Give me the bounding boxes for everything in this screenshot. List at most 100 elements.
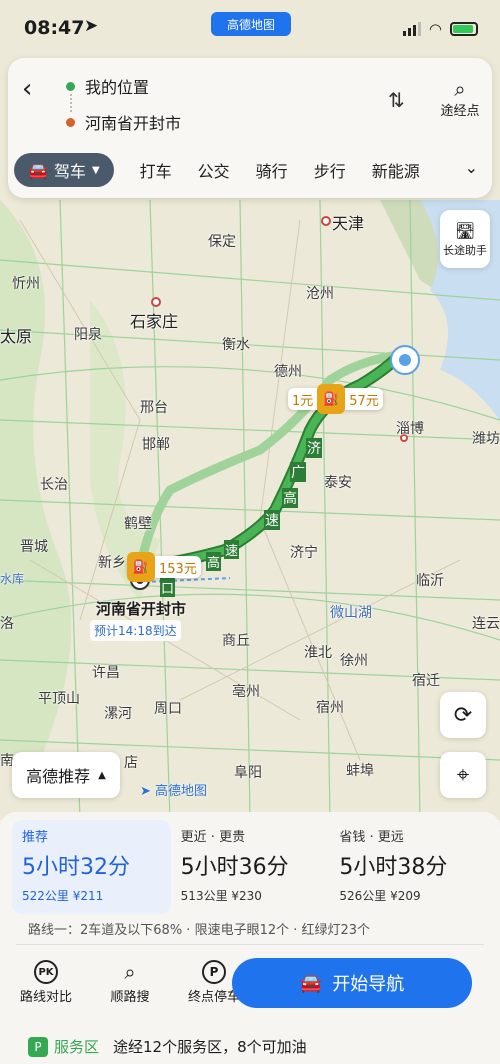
mode-new-energy[interactable]: 新能源 xyxy=(372,158,420,182)
along-search-label: 顺路搜 xyxy=(110,990,150,1005)
city-handan: 邯郸 xyxy=(142,437,170,453)
origin-row[interactable]: 我的位置 xyxy=(66,74,149,98)
route-distance: 522公里 xyxy=(22,889,69,903)
city-jining: 济宁 xyxy=(290,545,318,561)
route-tag: 更近 · 更贵 xyxy=(180,830,246,845)
city-suqian: 宿迁 xyxy=(412,673,440,689)
mode-taxi[interactable]: 打车 xyxy=(140,158,172,182)
origin-text: 我的位置 xyxy=(85,78,150,97)
fuel-price-right: 57元 xyxy=(349,393,379,409)
city-suzhou: 宿州 xyxy=(316,700,344,716)
city-shangqiu: 商丘 xyxy=(222,633,250,649)
locate-me-button[interactable]: ⌖ xyxy=(440,752,486,798)
route-actions: PK 路线对比 ⌕ 顺路搜 P 终点停车 xyxy=(14,958,246,1005)
back-icon[interactable]: ‹ xyxy=(22,74,50,104)
brand-label: 高德地图 xyxy=(226,17,275,32)
mode-transit[interactable]: 公交 xyxy=(198,158,230,182)
divider xyxy=(16,944,484,945)
service-area-row[interactable]: P 服务区 途经12个服务区，8个可加油 xyxy=(28,1036,307,1057)
long-trip-assistant-button[interactable]: 🛣 长途助手 xyxy=(440,210,490,268)
service-area-text: 途经12个服务区，8个可加油 xyxy=(113,1038,307,1056)
route-toll: ¥209 xyxy=(390,889,421,903)
city-pingdingshan: 平顶山 xyxy=(38,691,80,707)
route-toll: ¥230 xyxy=(231,889,262,903)
destination-label: 河南省开封市 xyxy=(96,600,187,618)
city-baoding: 保定 xyxy=(208,234,236,250)
city-weifang: 潍坊 xyxy=(472,431,500,447)
city-taian: 泰安 xyxy=(324,475,352,491)
city-fuyang: 阜阳 xyxy=(234,765,262,781)
route-options: 推荐 5小时32分 522公里 ¥211 更近 · 更贵 5小时36分 513公… xyxy=(12,820,488,914)
city-bengbu: 蚌埠 xyxy=(346,763,374,779)
route-compare-label: 路线对比 xyxy=(19,990,72,1005)
road-label-guang: 广 xyxy=(290,462,306,482)
city-huaibei: 淮北 xyxy=(304,645,332,661)
refresh-icon: ⟳ xyxy=(453,702,473,728)
route-toll: ¥211 xyxy=(72,889,104,903)
route-option-1[interactable]: 推荐 5小时32分 522公里 ¥211 xyxy=(12,820,171,914)
signal-icon xyxy=(402,22,421,36)
system-icons: ◠ xyxy=(402,20,478,38)
search-icon: ⌕ xyxy=(454,77,466,101)
via-point-label: 途经点 xyxy=(440,104,480,119)
long-trip-label: 长途助手 xyxy=(443,243,487,257)
map-logo: ➤ 高德地图 xyxy=(140,780,207,799)
service-area-icon: P xyxy=(28,1036,48,1057)
city-hebi: 鹤壁 xyxy=(124,516,152,532)
route-compare-button[interactable]: PK 路线对比 xyxy=(14,958,78,1005)
start-navigation-button[interactable]: 🚘 开始导航 xyxy=(232,958,472,1008)
city-weishanhu: 微山湖 xyxy=(330,605,372,621)
refresh-route-button[interactable]: ⟳ xyxy=(440,692,486,738)
city-luo: 洛 xyxy=(0,616,14,632)
city-jincheng: 晋城 xyxy=(20,539,48,555)
compare-icon: PK xyxy=(14,958,78,986)
route-panel: 推荐 5小时32分 522公里 ¥211 更近 · 更贵 5小时36分 513公… xyxy=(0,812,500,1064)
city-dezhou: 德州 xyxy=(274,364,302,380)
recommend-sort-button[interactable]: 高德推荐 ▲ xyxy=(12,752,120,798)
destination-row[interactable]: 河南省开封市 xyxy=(66,110,181,134)
mode-bike[interactable]: 骑行 xyxy=(256,158,288,182)
city-yangquan: 阳泉 xyxy=(74,327,102,343)
route-option-3[interactable]: 省钱 · 更远 5小时38分 526公里 ¥209 xyxy=(329,820,488,914)
chevron-up-icon: ▲ xyxy=(98,769,106,781)
travel-mode-bar: 🚘 驾车 ▼ 打车 公交 骑行 步行 新能源 ⌄ xyxy=(14,150,486,190)
city-xuchang: 许昌 xyxy=(92,665,120,681)
fuel-marker-1[interactable]: 1元 ⛽ 57元 xyxy=(288,384,383,414)
fuel-marker-2[interactable]: ⛽ 153元 xyxy=(127,552,201,582)
city-linyi: 临沂 xyxy=(416,573,444,589)
fuel-price-left: 1元 xyxy=(292,393,314,409)
route-option-2[interactable]: 更近 · 更贵 5小时36分 513公里 ¥230 xyxy=(171,820,330,914)
mode-drive[interactable]: 🚘 驾车 ▼ xyxy=(14,153,114,187)
city-dian: 店 xyxy=(124,755,138,771)
location-arrow-icon: ➤ xyxy=(84,16,99,36)
road-label-jsu: 速 xyxy=(224,540,240,559)
recommend-label: 高德推荐 xyxy=(26,767,91,786)
route-summary[interactable]: 路线一：2车道及以下68% · 限速电子眼12个 · 红绿灯23个 xyxy=(28,919,370,938)
brand-pill[interactable]: 高德地图 xyxy=(211,12,291,36)
via-point-button[interactable]: ⌕ 途经点 xyxy=(438,78,482,119)
route-meta: 522公里 ¥211 xyxy=(22,887,161,904)
wifi-icon: ◠ xyxy=(428,20,442,38)
mode-walk[interactable]: 步行 xyxy=(314,158,346,182)
along-route-search-button[interactable]: ⌕ 顺路搜 xyxy=(98,958,162,1005)
route-duration: 5小时38分 xyxy=(339,855,448,880)
route-duration: 5小时32分 xyxy=(22,855,130,880)
fuel-pump-icon: ⛽ xyxy=(317,384,346,414)
city-luohe: 漯河 xyxy=(104,706,132,722)
fuel-price-right: 153元 xyxy=(159,561,197,577)
chevron-down-icon[interactable]: ⌄ xyxy=(465,158,478,177)
chevron-down-icon: ▼ xyxy=(91,164,100,176)
city-hengshui: 衡水 xyxy=(222,337,250,353)
city-tianjin: 天津 xyxy=(332,214,365,233)
road-label-su: 速 xyxy=(264,510,280,530)
status-bar: 08:47 ➤ 高德地图 ◠ xyxy=(0,0,500,58)
route-duration: 5小时36分 xyxy=(180,855,289,880)
city-xinzhou: 忻州 xyxy=(12,276,40,292)
city-cangzhou: 沧州 xyxy=(306,286,334,302)
city-taiyuan: 太原 xyxy=(0,327,33,346)
locate-icon: ⌖ xyxy=(456,762,470,788)
route-meta: 513公里 ¥230 xyxy=(181,887,320,904)
route-tag: 省钱 · 更远 xyxy=(339,830,404,845)
swap-icon[interactable]: ⇅ xyxy=(388,88,405,112)
road-label-kou: 口 xyxy=(160,578,176,597)
